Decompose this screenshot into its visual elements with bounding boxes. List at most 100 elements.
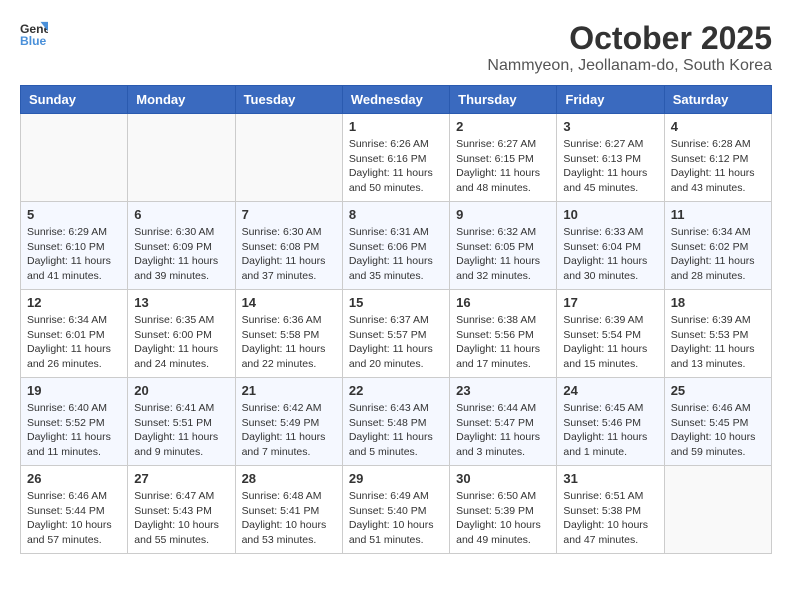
header-monday: Monday — [128, 86, 235, 114]
day-info: Sunrise: 6:35 AM Sunset: 6:00 PM Dayligh… — [134, 313, 228, 372]
table-row: 17Sunrise: 6:39 AM Sunset: 5:54 PM Dayli… — [557, 290, 664, 378]
table-row: 29 Sunrise: 6:49 AM Sunset: 5:40 PM Dayli… — [342, 466, 449, 554]
day-number: 29 — [349, 471, 443, 486]
calendar-week-row: 5 Sunrise: 6:29 AM Sunset: 6:10 PM Daylig… — [21, 202, 772, 290]
table-row: 23 Sunrise: 6:44 AM Sunset: 5:47 PM Dayli… — [450, 378, 557, 466]
table-row: 9 Sunrise: 6:32 AM Sunset: 6:05 PM Daylig… — [450, 202, 557, 290]
table-row: 13Sunrise: 6:35 AM Sunset: 6:00 PM Dayli… — [128, 290, 235, 378]
calendar-week-row: 12 Sunrise: 6:34 AM Sunset: 6:01 PM Dayli… — [21, 290, 772, 378]
day-info: Sunrise: 6:39 AM Sunset: 5:53 PM Dayligh… — [671, 313, 765, 372]
logo-icon: General Blue — [20, 20, 48, 48]
day-info: Sunrise: 6:27 AM Sunset: 6:15 PM Dayligh… — [456, 137, 550, 196]
weekday-header-row: Sunday Monday Tuesday Wednesday Thursday… — [21, 86, 772, 114]
day-number: 26 — [27, 471, 121, 486]
day-info: Sunrise: 6:51 AM Sunset: 5:38 PM Dayligh… — [563, 489, 657, 548]
table-row: 8 Sunrise: 6:31 AM Sunset: 6:06 PM Daylig… — [342, 202, 449, 290]
day-info: Sunrise: 6:43 AM Sunset: 5:48 PM Dayligh… — [349, 401, 443, 460]
day-number: 7 — [242, 207, 336, 222]
header: General Blue October 2025 Nammyeon, Jeol… — [20, 20, 772, 75]
day-info: Sunrise: 6:34 AM Sunset: 6:01 PM Dayligh… — [27, 313, 121, 372]
header-saturday: Saturday — [664, 86, 771, 114]
table-row: 21Sunrise: 6:42 AM Sunset: 5:49 PM Dayli… — [235, 378, 342, 466]
day-info: Sunrise: 6:46 AM Sunset: 5:45 PM Dayligh… — [671, 401, 765, 460]
day-info: Sunrise: 6:40 AM Sunset: 5:52 PM Dayligh… — [27, 401, 121, 460]
day-number: 4 — [671, 119, 765, 134]
table-row: 5 Sunrise: 6:29 AM Sunset: 6:10 PM Daylig… — [21, 202, 128, 290]
calendar-table: Sunday Monday Tuesday Wednesday Thursday… — [20, 85, 772, 554]
day-number: 10 — [563, 207, 657, 222]
table-row: 16 Sunrise: 6:38 AM Sunset: 5:56 PM Dayli… — [450, 290, 557, 378]
table-row: 14Sunrise: 6:36 AM Sunset: 5:58 PM Dayli… — [235, 290, 342, 378]
day-number: 22 — [349, 383, 443, 398]
day-number: 25 — [671, 383, 765, 398]
day-number: 12 — [27, 295, 121, 310]
logo: General Blue — [20, 20, 48, 48]
calendar-week-row: 19 Sunrise: 6:40 AM Sunset: 5:52 PM Dayli… — [21, 378, 772, 466]
calendar-subtitle: Nammyeon, Jeollanam-do, South Korea — [487, 57, 772, 75]
table-row: 26 Sunrise: 6:46 AM Sunset: 5:44 PM Dayli… — [21, 466, 128, 554]
day-number: 30 — [456, 471, 550, 486]
table-row: 18 Sunrise: 6:39 AM Sunset: 5:53 PM Dayli… — [664, 290, 771, 378]
day-info: Sunrise: 6:30 AM Sunset: 6:08 PM Dayligh… — [242, 225, 336, 284]
day-info: Sunrise: 6:29 AM Sunset: 6:10 PM Dayligh… — [27, 225, 121, 284]
table-row: 3 Sunrise: 6:27 AM Sunset: 6:13 PM Daylig… — [557, 114, 664, 202]
table-row: 2 Sunrise: 6:27 AM Sunset: 6:15 PM Daylig… — [450, 114, 557, 202]
day-info: Sunrise: 6:48 AM Sunset: 5:41 PM Dayligh… — [242, 489, 336, 548]
day-info: Sunrise: 6:28 AM Sunset: 6:12 PM Dayligh… — [671, 137, 765, 196]
day-info: Sunrise: 6:50 AM Sunset: 5:39 PM Dayligh… — [456, 489, 550, 548]
day-number: 27 — [134, 471, 228, 486]
day-info: Sunrise: 6:42 AM Sunset: 5:49 PM Dayligh… — [242, 401, 336, 460]
day-info: Sunrise: 6:31 AM Sunset: 6:06 PM Dayligh… — [349, 225, 443, 284]
day-info: Sunrise: 6:45 AM Sunset: 5:46 PM Dayligh… — [563, 401, 657, 460]
day-info: Sunrise: 6:30 AM Sunset: 6:09 PM Dayligh… — [134, 225, 228, 284]
day-number: 17 — [563, 295, 657, 310]
table-row: 1Sunrise: 6:26 AM Sunset: 6:16 PM Daylig… — [342, 114, 449, 202]
day-number: 2 — [456, 119, 550, 134]
day-number: 5 — [27, 207, 121, 222]
calendar-week-row: 26 Sunrise: 6:46 AM Sunset: 5:44 PM Dayli… — [21, 466, 772, 554]
day-info: Sunrise: 6:44 AM Sunset: 5:47 PM Dayligh… — [456, 401, 550, 460]
day-info: Sunrise: 6:41 AM Sunset: 5:51 PM Dayligh… — [134, 401, 228, 460]
day-number: 15 — [349, 295, 443, 310]
day-number: 18 — [671, 295, 765, 310]
table-row: 22 Sunrise: 6:43 AM Sunset: 5:48 PM Dayli… — [342, 378, 449, 466]
day-number: 28 — [242, 471, 336, 486]
day-number: 20 — [134, 383, 228, 398]
day-info: Sunrise: 6:47 AM Sunset: 5:43 PM Dayligh… — [134, 489, 228, 548]
table-row: 30 Sunrise: 6:50 AM Sunset: 5:39 PM Dayli… — [450, 466, 557, 554]
table-row: 19 Sunrise: 6:40 AM Sunset: 5:52 PM Dayli… — [21, 378, 128, 466]
day-number: 6 — [134, 207, 228, 222]
title-section: October 2025 Nammyeon, Jeollanam-do, Sou… — [487, 20, 772, 75]
day-info: Sunrise: 6:46 AM Sunset: 5:44 PM Dayligh… — [27, 489, 121, 548]
svg-text:Blue: Blue — [20, 34, 47, 48]
day-info: Sunrise: 6:34 AM Sunset: 6:02 PM Dayligh… — [671, 225, 765, 284]
table-row: 15Sunrise: 6:37 AM Sunset: 5:57 PM Dayli… — [342, 290, 449, 378]
day-number: 19 — [27, 383, 121, 398]
day-number: 11 — [671, 207, 765, 222]
table-row: 7 Sunrise: 6:30 AM Sunset: 6:08 PM Daylig… — [235, 202, 342, 290]
day-info: Sunrise: 6:33 AM Sunset: 6:04 PM Dayligh… — [563, 225, 657, 284]
day-info: Sunrise: 6:32 AM Sunset: 6:05 PM Dayligh… — [456, 225, 550, 284]
day-number: 3 — [563, 119, 657, 134]
day-number: 24 — [563, 383, 657, 398]
day-number: 9 — [456, 207, 550, 222]
table-row: 31Sunrise: 6:51 AM Sunset: 5:38 PM Dayli… — [557, 466, 664, 554]
day-number: 8 — [349, 207, 443, 222]
header-friday: Friday — [557, 86, 664, 114]
table-row: 11 Sunrise: 6:34 AM Sunset: 6:02 PM Dayli… — [664, 202, 771, 290]
calendar-title: October 2025 — [487, 20, 772, 57]
calendar-week-row: 1Sunrise: 6:26 AM Sunset: 6:16 PM Daylig… — [21, 114, 772, 202]
table-row: 12 Sunrise: 6:34 AM Sunset: 6:01 PM Dayli… — [21, 290, 128, 378]
day-info: Sunrise: 6:38 AM Sunset: 5:56 PM Dayligh… — [456, 313, 550, 372]
table-row: 24 Sunrise: 6:45 AM Sunset: 5:46 PM Dayli… — [557, 378, 664, 466]
day-number: 23 — [456, 383, 550, 398]
header-wednesday: Wednesday — [342, 86, 449, 114]
table-row — [21, 114, 128, 202]
day-info: Sunrise: 6:49 AM Sunset: 5:40 PM Dayligh… — [349, 489, 443, 548]
table-row: 10 Sunrise: 6:33 AM Sunset: 6:04 PM Dayli… — [557, 202, 664, 290]
day-info: Sunrise: 6:27 AM Sunset: 6:13 PM Dayligh… — [563, 137, 657, 196]
day-number: 14 — [242, 295, 336, 310]
day-number: 16 — [456, 295, 550, 310]
day-info: Sunrise: 6:26 AM Sunset: 6:16 PM Dayligh… — [349, 137, 443, 196]
table-row: 6 Sunrise: 6:30 AM Sunset: 6:09 PM Daylig… — [128, 202, 235, 290]
